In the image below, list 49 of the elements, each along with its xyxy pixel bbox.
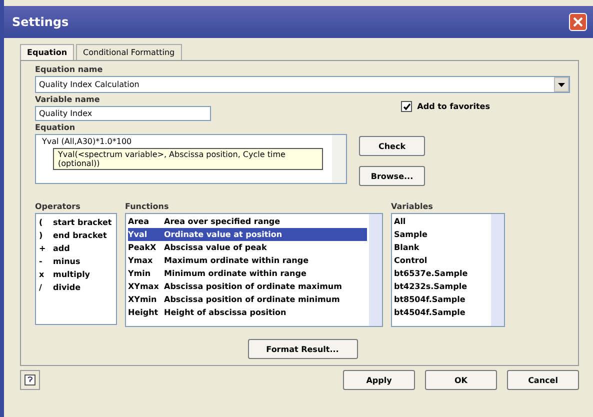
list-item[interactable]: ( start bracket <box>39 216 113 229</box>
field-label: Equation <box>35 123 76 132</box>
variable-name-field[interactable]: Quality Index <box>35 106 211 121</box>
scrollbar[interactable] <box>332 135 346 183</box>
list-item[interactable]: Sample <box>394 228 489 241</box>
list-item[interactable]: Ymin Minimum ordinate within range <box>128 267 367 280</box>
list-label: Functions <box>125 202 170 211</box>
list-item[interactable]: Control <box>394 254 489 267</box>
list-item[interactable]: bt8504f.Sample <box>394 293 489 306</box>
list-item[interactable]: x multiply <box>39 268 113 281</box>
dialog-button[interactable]: Check <box>359 136 425 156</box>
list-item[interactable]: bt4232s.Sample <box>394 280 489 293</box>
tab[interactable]: Equation <box>20 44 74 60</box>
checkmark-icon <box>402 102 411 110</box>
close-button[interactable] <box>569 13 587 31</box>
field-label: Equation name <box>35 65 104 74</box>
list-label: Variables <box>391 202 434 211</box>
list-item[interactable]: All <box>394 215 489 228</box>
dialog-button[interactable]: Cancel <box>507 370 579 390</box>
list-item[interactable]: + add <box>39 242 113 255</box>
help-icon <box>24 374 36 386</box>
list-item[interactable]: bt4504f.Sample <box>394 306 489 319</box>
list-item[interactable]: ) end bracket <box>39 229 113 242</box>
list-item[interactable]: bt6537e.Sample <box>394 267 489 280</box>
list-item[interactable]: / divide <box>39 281 113 294</box>
dialog-button[interactable]: Browse... <box>359 166 425 186</box>
help-button[interactable] <box>20 370 40 390</box>
list-item[interactable]: Yval Ordinate value at position <box>128 228 367 241</box>
list-item[interactable]: Ymax Maximum ordinate within range <box>128 254 367 267</box>
list-item[interactable]: PeakX Abscissa value of peak <box>128 241 367 254</box>
list-item[interactable]: XYmin Abscissa position of ordinate minimum <box>128 293 367 306</box>
tab[interactable]: Conditional Formatting <box>76 44 182 60</box>
list-item[interactable]: Area Area over specified range <box>128 215 367 228</box>
favorites-checkbox[interactable]: Add to favorites <box>401 101 490 112</box>
field-label: Variable name <box>35 95 101 104</box>
equation-name-dropdown[interactable]: Quality Index Calculation <box>35 76 570 93</box>
list-item[interactable]: Blank <box>394 241 489 254</box>
scrollbar[interactable] <box>491 214 504 326</box>
list-label: Operators <box>35 202 82 211</box>
dialog-button[interactable]: Apply <box>343 370 415 390</box>
dialog-button[interactable]: OK <box>425 370 497 390</box>
close-icon <box>573 17 583 27</box>
tooltip: Yval(<spectrum variable>, Abscissa position, Cycle time (optional)) <box>53 148 323 170</box>
list-item[interactable]: - minus <box>39 255 113 268</box>
list-item[interactable]: Height Height of abscissa position <box>128 306 367 319</box>
window-title: Settings <box>12 15 69 29</box>
format-result-button[interactable]: Format Result... <box>248 339 358 359</box>
scrollbar[interactable] <box>369 214 382 326</box>
list-item[interactable]: XYmax Abscissa position of ordinate maximum <box>128 280 367 293</box>
